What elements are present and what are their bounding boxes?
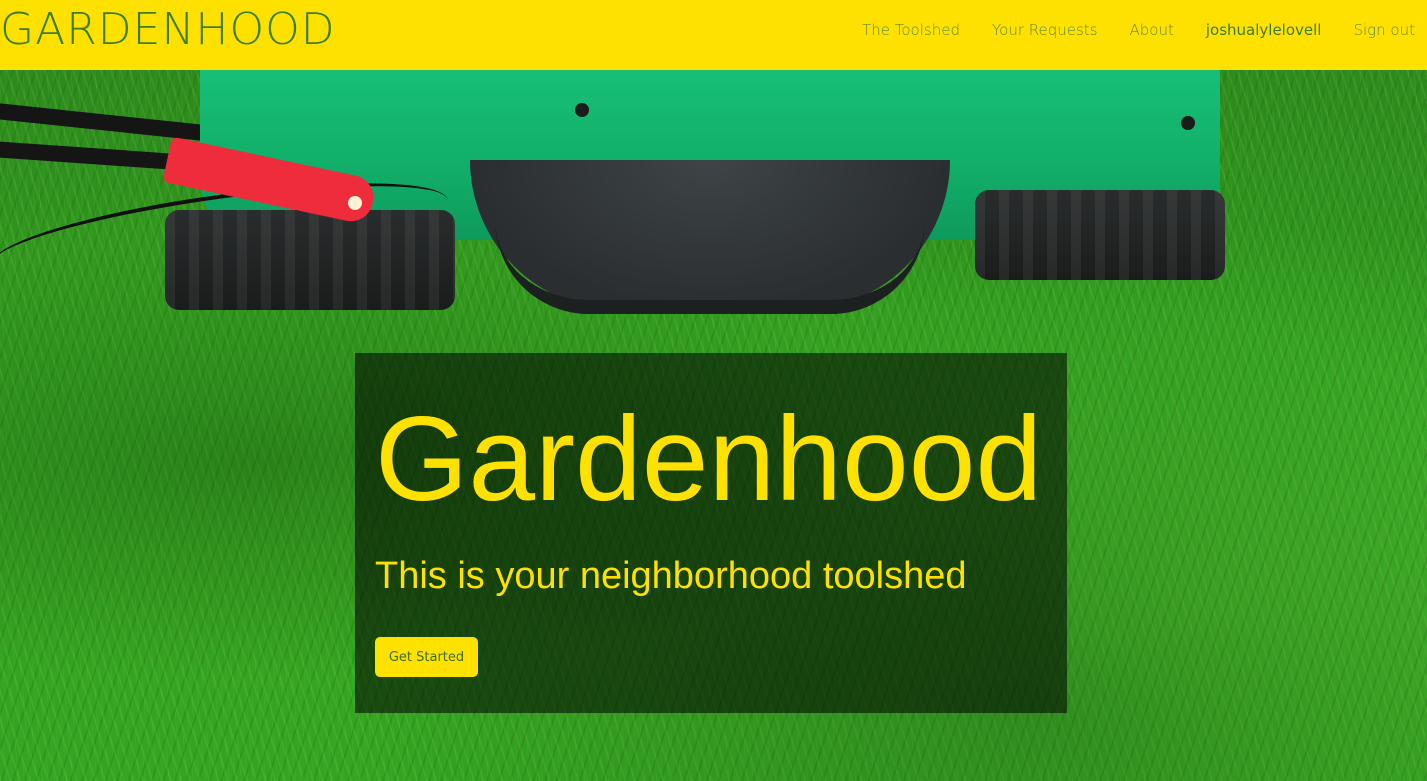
nav-link-sign-out[interactable]: Sign out [1353, 21, 1415, 39]
lawn-mower-deck-rim [495, 220, 925, 314]
nav-link-username[interactable]: joshualylelovell [1206, 21, 1322, 39]
hero-subtitle: This is your neighborhood toolshed [375, 555, 967, 597]
get-started-button[interactable]: Get Started [375, 637, 478, 677]
hero-jumbotron: Gardenhood This is your neighborhood too… [355, 353, 1067, 713]
mower-bolt [575, 103, 589, 117]
nav-links: The Toolshed Your Requests About joshual… [830, 0, 1415, 60]
hero-title: Gardenhood [375, 392, 1043, 526]
nav-link-your-requests[interactable]: Your Requests [992, 21, 1098, 39]
nav-link-about[interactable]: About [1130, 21, 1174, 39]
brand-logo[interactable]: GARDENHOOD [0, 2, 336, 58]
mower-lever-knob [348, 196, 362, 210]
page: GARDENHOOD The Toolshed Your Requests Ab… [0, 0, 1427, 781]
navbar: GARDENHOOD The Toolshed Your Requests Ab… [0, 0, 1427, 70]
lawn-mower-wheel [975, 190, 1225, 280]
hero-background-image: Gardenhood This is your neighborhood too… [0, 70, 1427, 781]
mower-bolt [1181, 116, 1195, 130]
nav-link-toolshed[interactable]: The Toolshed [862, 21, 960, 39]
